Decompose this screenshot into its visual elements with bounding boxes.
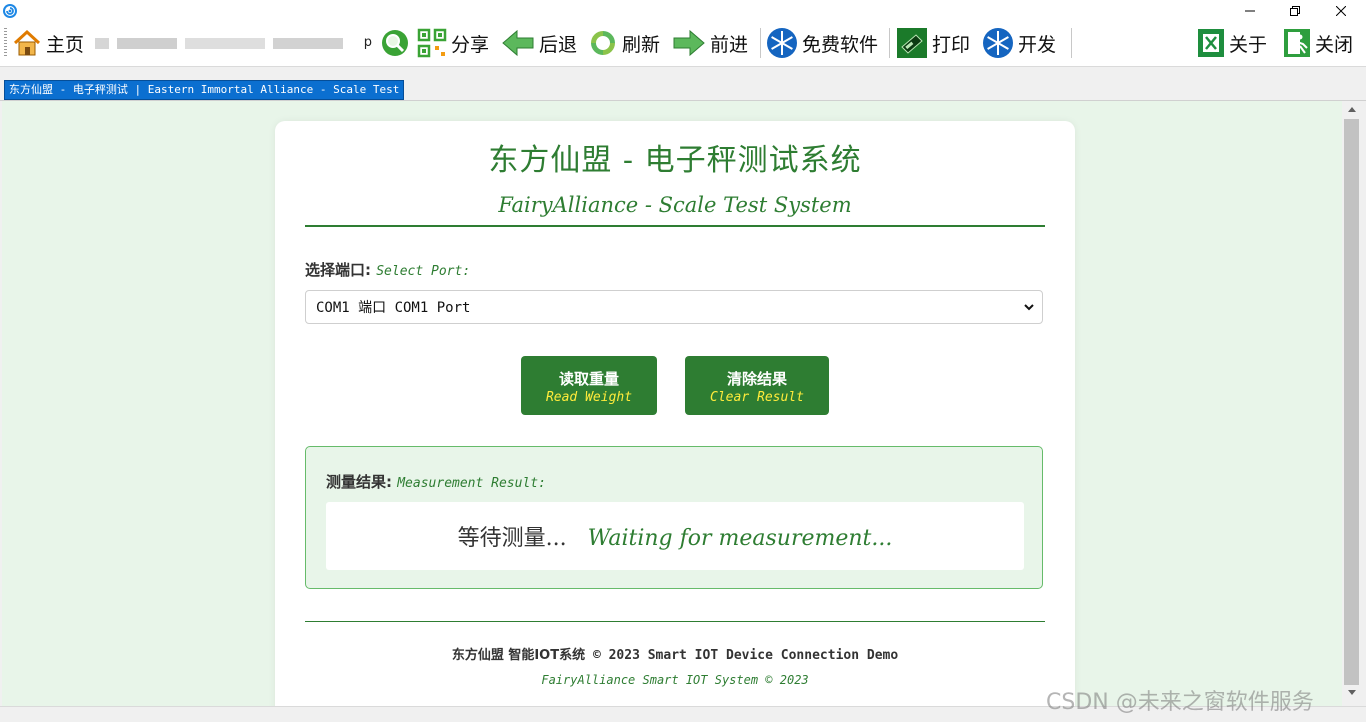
toolbar-grip[interactable]: [4, 28, 7, 58]
clear-result-label-en: Clear Result: [710, 390, 804, 405]
toolbar-separator: [760, 28, 762, 58]
share-label: 分享: [451, 33, 490, 56]
recycle-icon: [591, 31, 615, 55]
about-button[interactable]: 关于: [1197, 26, 1267, 60]
vertical-scrollbar[interactable]: [1342, 101, 1362, 706]
develop-label: 开发: [1018, 33, 1057, 56]
qr-code-icon: [417, 28, 447, 58]
arrow-left-icon: [502, 29, 534, 57]
main-card: 东方仙盟 - 电子秤测试系统 FairyAlliance - Scale Tes…: [275, 121, 1075, 706]
print-label: 打印: [932, 33, 971, 56]
minimize-button[interactable]: [1227, 0, 1273, 22]
free-software-button[interactable]: 免费软件: [766, 26, 878, 60]
back-label: 后退: [539, 33, 578, 56]
chevron-down-icon: [1024, 304, 1034, 311]
page-subtitle: FairyAlliance - Scale Test System: [498, 193, 852, 217]
forward-button[interactable]: 前进: [672, 26, 748, 60]
home-label: 主页: [46, 33, 85, 56]
result-display: 等待测量... Waiting for measurement...: [326, 502, 1024, 570]
footer-en: © 2023 Smart IOT Device Connection Demo: [592, 648, 899, 663]
refresh-button[interactable]: 刷新: [588, 26, 660, 60]
refresh-label: 刷新: [622, 33, 661, 56]
footer-cn: 东方仙盟 智能IOT系统: [451, 648, 586, 663]
port-select-value: COM1 端口 COM1 Port: [316, 300, 471, 316]
globe-icon: [3, 4, 17, 18]
result-section: 测量结果: Measurement Result: 等待测量... Waitin…: [305, 446, 1043, 589]
clear-result-label-cn: 清除结果: [726, 370, 787, 388]
result-text: 等待测量... Waiting for measurement...: [458, 520, 893, 552]
excel-icon: [1198, 29, 1224, 57]
read-weight-button[interactable]: 读取重量 Read Weight: [521, 356, 657, 415]
window-title-bar: [0, 0, 1366, 22]
tab-scale-test[interactable]: 东方仙盟 - 电子秤测试 | Eastern Immortal Alliance…: [4, 80, 405, 100]
port-select[interactable]: COM1 端口 COM1 Port: [305, 290, 1043, 324]
address-field[interactable]: p: [95, 34, 372, 52]
footer-subline: FairyAlliance Smart IOT System © 2023: [541, 673, 809, 687]
snowflake-icon: [983, 28, 1013, 58]
port-label-cn: 选择端口:: [305, 261, 371, 279]
magnifier-icon: [382, 30, 408, 56]
house-icon: [13, 29, 41, 56]
address-text: p: [363, 35, 372, 50]
search-button[interactable]: [381, 26, 409, 60]
scroll-down-icon[interactable]: [1347, 689, 1357, 697]
result-text-cn: 等待测量...: [457, 526, 567, 551]
result-label-cn: 测量结果:: [326, 473, 392, 491]
minimize-icon: [1245, 10, 1255, 12]
close-app-button[interactable]: 关闭: [1283, 26, 1353, 60]
toolbar-separator: [1071, 28, 1073, 58]
exit-icon: [1284, 29, 1310, 57]
forward-label: 前进: [710, 33, 749, 56]
watermark: CSDN @未来之窗软件服务: [1046, 690, 1314, 715]
close-icon: [1336, 6, 1346, 16]
result-text-en: Waiting for measurement...: [587, 526, 893, 551]
page-viewport: 东方仙盟 - 电子秤测试系统 FairyAlliance - Scale Tes…: [2, 101, 1342, 706]
tab-bar: 东方仙盟 - 电子秤测试 | Eastern Immortal Alliance…: [0, 67, 1366, 101]
scroll-thumb[interactable]: [1344, 119, 1359, 685]
snowflake-icon: [767, 28, 797, 58]
print-button[interactable]: 打印: [896, 26, 970, 60]
result-label: 测量结果: Measurement Result:: [326, 471, 546, 492]
develop-button[interactable]: 开发: [982, 26, 1056, 60]
restore-icon: [1290, 6, 1300, 16]
close-window-button[interactable]: [1318, 0, 1364, 22]
page-title: 东方仙盟 - 电子秤测试系统: [488, 143, 862, 178]
title-divider: [305, 225, 1045, 227]
scroll-up-icon[interactable]: [1347, 105, 1357, 113]
close-app-label: 关闭: [1315, 33, 1354, 56]
arrow-right-icon: [673, 29, 705, 57]
result-label-en: Measurement Result:: [397, 476, 546, 491]
free-software-label: 免费软件: [802, 33, 879, 56]
home-button[interactable]: 主页: [12, 26, 84, 60]
restore-button[interactable]: [1272, 0, 1318, 22]
printer-icon: [897, 28, 927, 58]
back-button[interactable]: 后退: [501, 26, 577, 60]
toolbar: 主页 p 分享 后退 刷新 前进 免费软件 打印 开发 关于 关闭: [0, 22, 1366, 67]
toolbar-separator: [889, 28, 891, 58]
read-weight-label-en: Read Weight: [545, 390, 633, 405]
about-label: 关于: [1229, 33, 1268, 56]
read-weight-label-cn: 读取重量: [558, 370, 619, 388]
share-button[interactable]: 分享: [417, 26, 489, 60]
clear-result-button[interactable]: 清除结果 Clear Result: [685, 356, 829, 415]
footer-copyright: 东方仙盟 智能IOT系统 © 2023 Smart IOT Device Con…: [275, 644, 1075, 663]
port-label: 选择端口: Select Port:: [305, 259, 470, 280]
port-label-en: Select Port:: [376, 264, 471, 279]
footer-divider: [305, 621, 1045, 622]
